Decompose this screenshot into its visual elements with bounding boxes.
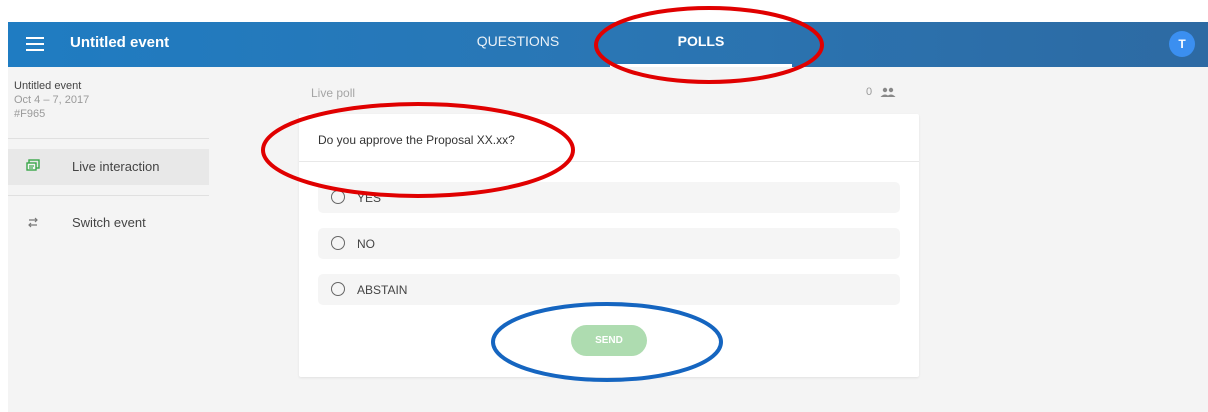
sidebar-item-label: Live interaction [72,159,160,174]
event-info: Untitled event Oct 4 – 7, 2017 #F965 [14,79,89,121]
send-button[interactable]: SEND [571,325,647,356]
card-divider [299,161,919,162]
option-label: NO [357,237,375,251]
people-icon [880,87,896,97]
chat-icon [26,159,40,173]
sidebar-item-label: Switch event [72,215,146,230]
sidebar-divider [8,138,209,139]
participant-count: 0 [866,86,896,98]
radio-button[interactable] [331,190,345,204]
radio-button[interactable] [331,236,345,250]
top-app-bar: Untitled event QUESTIONS POLLS T [8,22,1208,67]
participant-count-value: 0 [866,86,873,98]
tab-polls[interactable]: POLLS [610,22,792,67]
option-label: YES [357,191,382,205]
tab-questions[interactable]: QUESTIONS [448,22,588,67]
event-dates: Oct 4 – 7, 2017 [14,94,90,106]
radio-button[interactable] [331,282,345,296]
event-code: #F965 [14,108,46,120]
event-name: Untitled event [14,80,82,92]
app-title: Untitled event [70,34,170,51]
sidebar: Untitled event Oct 4 – 7, 2017 #F965 Liv… [8,67,209,412]
poll-option-yes[interactable]: YES [318,182,900,213]
sidebar-divider [8,195,209,196]
poll-question: Do you approve the Proposal XX.xx? [318,133,515,147]
sidebar-item-live-interaction[interactable]: Live interaction [8,149,209,185]
tab-polls-label: POLLS [677,33,725,49]
poll-card: Do you approve the Proposal XX.xx? YES N… [299,114,919,377]
poll-option-no[interactable]: NO [318,228,900,259]
hamburger-menu-icon[interactable] [26,35,44,53]
swap-icon [26,215,40,229]
live-poll-label: Live poll [311,86,356,100]
app-root: Untitled event QUESTIONS POLLS T Untitle… [0,0,1208,412]
option-label: ABSTAIN [357,283,408,297]
sidebar-item-switch-event[interactable]: Switch event [8,205,209,241]
poll-option-abstain[interactable]: ABSTAIN [318,274,900,305]
user-avatar[interactable]: T [1169,31,1195,57]
